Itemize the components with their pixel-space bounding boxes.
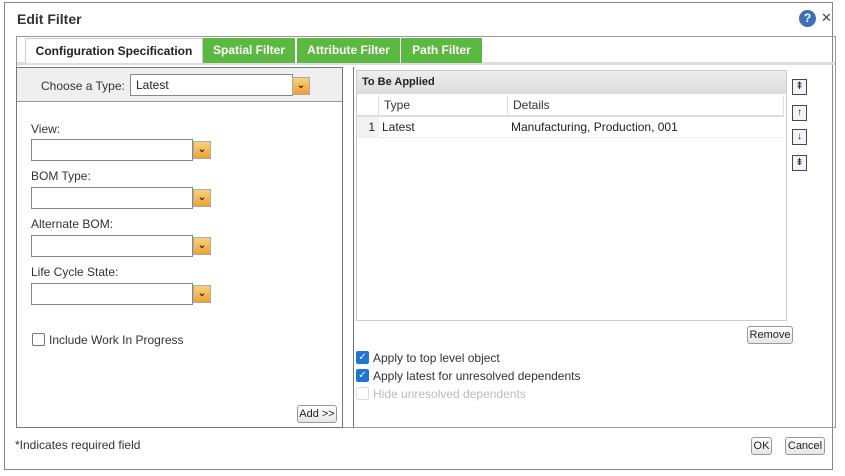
- include-wip-label: Include Work In Progress: [49, 333, 184, 347]
- view-label: View:: [31, 122, 61, 136]
- row-type[interactable]: Latest: [379, 117, 508, 138]
- life-cycle-state-label: Life Cycle State:: [31, 265, 119, 279]
- grid-title: To Be Applied: [357, 71, 786, 94]
- chevron-down-icon[interactable]: ⌄: [193, 189, 211, 207]
- cancel-button[interactable]: Cancel: [785, 437, 825, 455]
- include-wip-checkbox[interactable]: [32, 333, 45, 346]
- tab-attribute-filter[interactable]: Attribute Filter: [297, 38, 400, 63]
- apply-top-level-label: Apply to top level object: [373, 351, 500, 365]
- row-number: 1: [357, 117, 379, 138]
- column-header-type[interactable]: Type: [379, 95, 508, 117]
- dialog-title: Edit Filter: [17, 11, 82, 27]
- chevron-down-icon[interactable]: ⌄: [193, 285, 211, 303]
- required-note: *Indicates required field: [15, 438, 141, 452]
- move-to-bottom-icon[interactable]: ⇟: [792, 155, 807, 171]
- bom-type-select[interactable]: [31, 187, 193, 209]
- hide-unresolved-label: Hide unresolved dependents: [373, 387, 526, 401]
- life-cycle-state-select[interactable]: [31, 283, 193, 305]
- tab-path-filter[interactable]: Path Filter: [401, 38, 482, 63]
- move-down-icon[interactable]: ↓: [792, 129, 807, 145]
- alternate-bom-select[interactable]: [31, 235, 193, 257]
- chevron-down-icon[interactable]: ⌄: [193, 237, 211, 255]
- move-to-top-icon[interactable]: ⇞: [792, 79, 807, 95]
- view-select[interactable]: [31, 139, 193, 161]
- move-up-icon[interactable]: ↑: [792, 105, 807, 121]
- choose-type-select[interactable]: Latest: [130, 74, 293, 96]
- chevron-down-icon[interactable]: ⌄: [193, 141, 211, 159]
- row-number-header: [357, 95, 379, 117]
- tab-spatial-filter[interactable]: Spatial Filter: [203, 38, 295, 63]
- row-details[interactable]: Manufacturing, Production, 001: [508, 117, 784, 138]
- hide-unresolved-checkbox: [356, 387, 369, 400]
- close-icon[interactable]: ✕: [821, 10, 832, 26]
- chevron-down-icon[interactable]: ⌄: [292, 77, 310, 95]
- apply-latest-checkbox[interactable]: ✓: [356, 369, 369, 382]
- apply-top-level-checkbox[interactable]: ✓: [356, 351, 369, 364]
- add-button[interactable]: Add >>: [297, 405, 337, 423]
- alternate-bom-label: Alternate BOM:: [31, 217, 114, 231]
- apply-latest-label: Apply latest for unresolved dependents: [373, 369, 581, 383]
- remove-button[interactable]: Remove: [747, 326, 793, 344]
- ok-button[interactable]: OK: [751, 437, 772, 455]
- help-icon[interactable]: ?: [799, 10, 816, 27]
- bom-type-label: BOM Type:: [31, 169, 91, 183]
- column-header-details[interactable]: Details: [508, 95, 784, 117]
- tab-configuration-specification[interactable]: Configuration Specification: [25, 38, 203, 63]
- choose-type-label: Choose a Type:: [41, 79, 125, 93]
